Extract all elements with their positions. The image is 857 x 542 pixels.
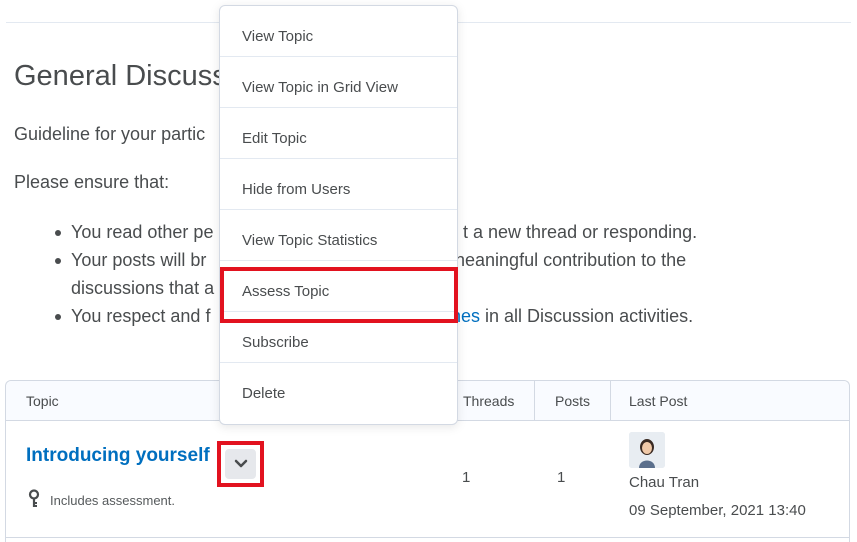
list-item-tail: t a new thread or responding. [463, 222, 698, 242]
menu-item-edit-topic[interactable]: Edit Topic [220, 108, 457, 159]
avatar-image [629, 432, 665, 468]
menu-item-view-statistics[interactable]: View Topic Statistics [220, 210, 457, 261]
row-divider [6, 537, 849, 538]
chevron-down-icon [234, 459, 247, 468]
list-item-tail: nes in all Discussion activities. [451, 306, 694, 326]
menu-item-view-topic-grid[interactable]: View Topic in Grid View [220, 57, 457, 108]
column-divider [610, 381, 611, 421]
header-topic: Topic [26, 393, 59, 409]
assessment-note-text: Includes assessment. [50, 493, 176, 508]
list-item-continuation: discussions that a [71, 278, 215, 298]
menu-item-delete[interactable]: Delete [220, 363, 457, 414]
posts-count: 1 [557, 469, 566, 486]
ensure-text: Please ensure that: [14, 172, 170, 192]
page-title: General Discuss [14, 60, 227, 92]
menu-item-hide-from-users[interactable]: Hide from Users [220, 159, 457, 210]
header-threads: Threads [463, 393, 515, 409]
guideline-text: Guideline for your partic [14, 124, 206, 144]
header-last-post: Last Post [629, 393, 688, 409]
list-item: You read other pe [54, 218, 213, 246]
list-item: You respect and f [54, 302, 210, 330]
user-avatar[interactable] [629, 432, 665, 468]
topic-context-menu: View Topic View Topic in Grid View Edit … [219, 5, 458, 425]
column-divider [534, 381, 535, 421]
threads-count: 1 [462, 469, 471, 486]
list-item-tail: neaningful contribution to the [455, 250, 687, 270]
topic-actions-button[interactable] [225, 449, 256, 479]
last-post-date: 09 September, 2021 13:40 [629, 502, 806, 519]
last-post-user[interactable]: Chau Tran [629, 474, 699, 491]
key-icon [28, 489, 40, 507]
menu-item-view-topic[interactable]: View Topic [220, 6, 457, 57]
highlight-box-assess-topic [220, 267, 458, 323]
topic-link[interactable]: Introducing yourself [26, 445, 210, 467]
header-posts: Posts [555, 393, 591, 409]
highlight-box-chevron [217, 441, 264, 487]
